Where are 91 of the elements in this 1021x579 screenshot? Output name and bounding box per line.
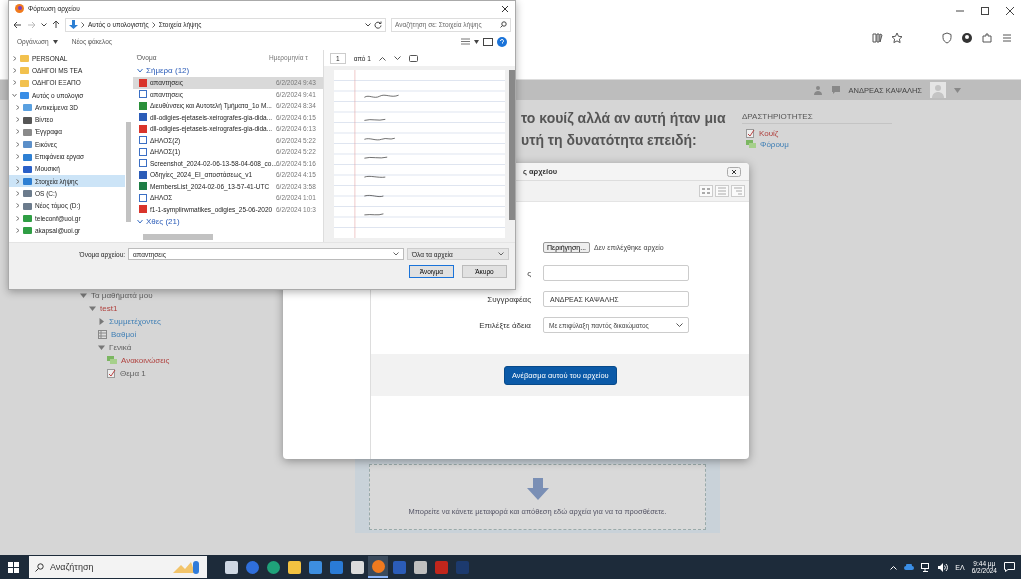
chevron-icon[interactable] <box>15 215 20 221</box>
field-label: ς <box>527 268 531 278</box>
chevron-icon[interactable] <box>12 80 17 86</box>
speaker-icon[interactable] <box>938 562 949 572</box>
app-icon <box>413 560 427 574</box>
field-label: Επιλέξτε άδεια <box>479 320 531 330</box>
table-icon <box>98 329 107 339</box>
shield-icon[interactable] <box>941 32 953 44</box>
start-icon[interactable] <box>8 561 19 573</box>
search-icon <box>500 21 507 28</box>
chat-bubbles-icon <box>746 140 756 149</box>
app-icon <box>434 560 448 574</box>
chevron-up-icon[interactable] <box>890 564 898 570</box>
chevron-icon <box>137 68 143 73</box>
chevron-icon[interactable] <box>15 166 20 172</box>
refresh-icon[interactable] <box>374 20 382 29</box>
browser-logo-icon <box>15 4 24 13</box>
chevron-icon[interactable] <box>12 92 17 98</box>
app-icon <box>245 560 259 574</box>
fit-page-icon[interactable] <box>408 54 418 62</box>
chevron-icon[interactable] <box>15 227 20 233</box>
close-icon[interactable] <box>501 4 509 13</box>
caret-icon[interactable] <box>52 39 58 44</box>
chevron-icon[interactable] <box>15 178 20 184</box>
down-caret-icon[interactable] <box>393 55 401 61</box>
help-icon[interactable] <box>497 36 507 47</box>
app-icon <box>266 560 280 574</box>
chevron-icon[interactable] <box>15 190 20 196</box>
up-arrow-icon[interactable] <box>52 20 60 29</box>
app-icon <box>371 559 385 573</box>
grid-view-icon[interactable] <box>699 185 713 197</box>
nav-link[interactable]: Ανακοινώσεις <box>121 355 170 365</box>
app-icon <box>350 560 364 574</box>
nav-link[interactable]: test1 <box>100 303 118 313</box>
extensions-icon[interactable] <box>981 32 993 44</box>
network-icon[interactable] <box>921 562 932 572</box>
app-icon <box>392 560 406 574</box>
chevron-icon[interactable] <box>12 55 17 61</box>
view-options-icon[interactable] <box>461 38 470 45</box>
chevron-icon[interactable] <box>15 129 20 135</box>
checklist-icon <box>746 129 755 138</box>
notification-icon[interactable] <box>1004 562 1015 572</box>
caret-icon <box>498 252 504 256</box>
app-icon <box>329 560 343 574</box>
question-text: το κουίζ αλλά αν αυτή ήταν μια <box>521 110 726 126</box>
chevron-icon[interactable] <box>15 104 20 110</box>
chevron-icon[interactable] <box>15 203 20 209</box>
app-icon <box>455 560 469 574</box>
star-icon[interactable] <box>891 32 903 44</box>
chevron-icon[interactable] <box>15 154 20 159</box>
search-field[interactable]: Αναζήτηση <box>29 556 207 578</box>
chevron-icon <box>151 21 156 28</box>
nav-link[interactable]: Γενικά <box>109 342 132 352</box>
cloud-icon[interactable] <box>904 564 915 570</box>
nav-link[interactable]: Θεμα 1 <box>120 368 146 378</box>
app-icon <box>308 560 322 574</box>
group-header[interactable]: Χθες (21) <box>133 215 323 228</box>
chevron-icon <box>137 219 143 224</box>
back-arrow-icon[interactable] <box>13 20 22 29</box>
caret-icon[interactable] <box>365 22 371 27</box>
input-field[interactable] <box>543 265 689 281</box>
block-title: ΔΡΑΣΤΗΡΙΟΤΗΤΕΣ <box>742 112 892 124</box>
app-icon <box>287 560 301 574</box>
caret-icon[interactable] <box>41 22 47 27</box>
field-label: Συγγραφέας <box>487 294 531 304</box>
chevron-icon <box>81 21 85 28</box>
caret-icon[interactable] <box>474 39 479 44</box>
caret-icon <box>676 322 683 328</box>
maximize-icon[interactable] <box>980 6 990 16</box>
question-text: υτή τη δυνατότητα επειδή: <box>521 132 697 148</box>
activity-link[interactable]: Κουίζ <box>759 129 779 138</box>
search-icon <box>35 562 44 572</box>
chevron-icon[interactable] <box>15 117 20 123</box>
chevron-icon[interactable] <box>12 67 17 73</box>
menu-icon[interactable] <box>1001 32 1013 44</box>
checklist-icon <box>107 368 116 378</box>
group-header[interactable]: Σήμερα (12) <box>133 64 323 77</box>
account-icon[interactable] <box>961 32 973 44</box>
search-highlight-drawing <box>171 559 201 575</box>
preview-pane-icon[interactable] <box>483 37 493 46</box>
close-icon[interactable] <box>727 166 741 177</box>
down-arrow-icon <box>526 478 549 500</box>
bookmarks-icon[interactable] <box>871 32 883 44</box>
chevron-icon[interactable] <box>15 141 20 147</box>
app-icon <box>224 560 238 574</box>
nav-link[interactable]: Τα μαθήματά μου <box>91 290 153 300</box>
close-icon[interactable] <box>1005 6 1015 16</box>
chat-bubbles-icon <box>107 355 117 365</box>
download-icon <box>69 19 78 30</box>
up-caret-icon[interactable] <box>378 55 386 61</box>
caret-icon <box>393 252 399 256</box>
